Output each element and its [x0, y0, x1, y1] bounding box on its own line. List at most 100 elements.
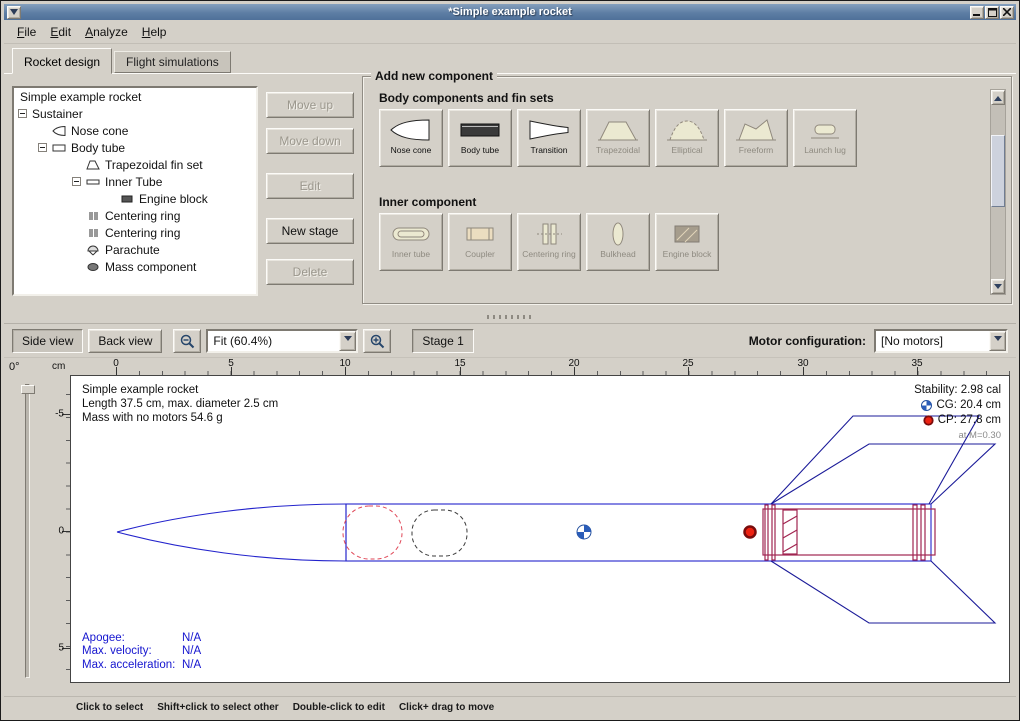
magnifier-plus-icon: [369, 333, 385, 349]
nose-cone-icon: [52, 125, 66, 137]
body-tube-icon: [52, 142, 66, 154]
tree-item-mass-component[interactable]: Mass component: [14, 258, 256, 275]
app-window: *Simple example rocket File Edit Analyze…: [0, 0, 1020, 721]
menu-help[interactable]: Help: [135, 22, 174, 42]
add-component-group: Add new component Body components and fi…: [362, 76, 1012, 304]
tree-item-centering-ring-1[interactable]: Centering ring: [14, 207, 256, 224]
rocket-view-area: 0° cm 0 5 10 15 20 25 30 35 -5 0 5: [4, 358, 1016, 696]
trapezoidal-fin-icon: [596, 114, 640, 146]
scrollbar-thumb[interactable]: [991, 135, 1005, 207]
zoom-select[interactable]: Fit (60.4%): [206, 329, 358, 353]
launch-lug-icon: [803, 114, 847, 146]
delete-button[interactable]: Delete: [266, 259, 354, 285]
side-view-button[interactable]: Side view: [12, 329, 83, 353]
tree-actions: Move up Move down Edit New stage Delete: [266, 92, 354, 285]
add-bulkhead-button[interactable]: Bulkhead: [586, 213, 650, 271]
tab-rocket-design[interactable]: Rocket design: [12, 48, 112, 74]
stage-1-toggle[interactable]: Stage 1: [412, 329, 473, 353]
rotation-slider[interactable]: [25, 384, 30, 678]
scroll-up-icon[interactable]: [991, 90, 1005, 105]
parachute-icon: [86, 244, 100, 256]
collapse-icon[interactable]: [18, 109, 27, 118]
cp-marker: [745, 527, 756, 538]
collapse-icon[interactable]: [72, 177, 81, 186]
centering-ring-icon: [86, 210, 100, 222]
mass-component-icon: [86, 261, 100, 273]
zoom-out-button[interactable]: [173, 329, 201, 353]
tree-item-sustainer[interactable]: Sustainer: [14, 105, 256, 122]
close-button[interactable]: [1000, 6, 1014, 19]
tree-item-nose-cone[interactable]: Nose cone: [14, 122, 256, 139]
back-view-button[interactable]: Back view: [88, 329, 162, 353]
tree-item-centering-ring-2[interactable]: Centering ring: [14, 224, 256, 241]
body-components-label: Body components and fin sets: [379, 91, 554, 105]
inner-tube-icon: [86, 176, 100, 188]
add-elliptical-fin-button[interactable]: Elliptical: [655, 109, 719, 167]
splitter-grip-icon: [487, 315, 533, 319]
tree-item-rocket[interactable]: Simple example rocket: [14, 88, 256, 105]
add-inner-tube-button[interactable]: Inner tube: [379, 213, 443, 271]
zoom-in-button[interactable]: [363, 329, 391, 353]
motor-configuration-select[interactable]: [No motors]: [874, 329, 1008, 353]
tree-item-parachute[interactable]: Parachute: [14, 241, 256, 258]
collapse-icon[interactable]: [38, 143, 47, 152]
magnifier-minus-icon: [179, 333, 195, 349]
chevron-down-icon[interactable]: [989, 331, 1006, 351]
tree-item-fin-set[interactable]: Trapezoidal fin set: [14, 156, 256, 173]
motor-configuration-label: Motor configuration:: [749, 334, 869, 348]
transition-icon: [527, 114, 571, 146]
rocket-canvas[interactable]: Simple example rocket Length 37.5 cm, ma…: [70, 375, 1010, 683]
minimize-button[interactable]: [970, 6, 984, 19]
add-transition-button[interactable]: Transition: [517, 109, 581, 167]
horizontal-ruler: 0 5 10 15 20 25 30 35: [70, 358, 1010, 375]
add-freeform-fin-button[interactable]: Freeform: [724, 109, 788, 167]
tree-item-body-tube[interactable]: Body tube: [14, 139, 256, 156]
centering-ring-icon: [527, 218, 571, 250]
add-trapezoidal-fin-button[interactable]: Trapezoidal: [586, 109, 650, 167]
menu-file[interactable]: File: [10, 22, 43, 42]
group-title: Add new component: [371, 69, 497, 83]
bulkhead-icon: [596, 218, 640, 250]
edit-button[interactable]: Edit: [266, 173, 354, 199]
component-tree[interactable]: Simple example rocket Sustainer Nose con…: [12, 86, 258, 296]
rotation-angle-label: 0°: [9, 361, 20, 373]
tree-item-inner-tube[interactable]: Inner Tube: [14, 173, 256, 190]
add-coupler-button[interactable]: Coupler: [448, 213, 512, 271]
add-nose-cone-button[interactable]: Nose cone: [379, 109, 443, 167]
freeform-fin-icon: [734, 114, 778, 146]
chevron-down-icon[interactable]: [339, 331, 356, 351]
move-down-button[interactable]: Move down: [266, 128, 354, 154]
inner-tube-icon: [389, 218, 433, 250]
titlebar[interactable]: *Simple example rocket: [4, 4, 1016, 20]
coupler-icon: [458, 218, 502, 250]
splitter[interactable]: [4, 311, 1016, 324]
status-bar: Click to select Shift+click to select ot…: [4, 696, 1016, 717]
add-centering-ring-button[interactable]: Centering ring: [517, 213, 581, 271]
menu-analyze[interactable]: Analyze: [78, 22, 135, 42]
engine-block-icon: [120, 193, 134, 205]
maximize-button[interactable]: [985, 6, 999, 19]
tab-flight-simulations[interactable]: Flight simulations: [114, 51, 231, 73]
scroll-down-icon[interactable]: [991, 279, 1005, 294]
mass-component-outline: [412, 510, 467, 556]
flight-info: Apogee:N/A Max. velocity:N/A Max. accele…: [82, 632, 201, 673]
add-launch-lug-button[interactable]: Launch lug: [793, 109, 857, 167]
add-body-tube-button[interactable]: Body tube: [448, 109, 512, 167]
body-tube-icon: [458, 114, 502, 146]
cg-marker: [577, 525, 591, 539]
nose-cone-icon: [389, 114, 433, 146]
rotation-slider-handle[interactable]: [21, 385, 35, 394]
window-menu-icon[interactable]: [7, 6, 21, 19]
rocket-design-panel: Simple example rocket Sustainer Nose con…: [4, 73, 1016, 311]
menu-edit[interactable]: Edit: [43, 22, 78, 42]
mach-label: at M=0.30: [914, 428, 1001, 443]
add-engine-block-button[interactable]: Engine block: [655, 213, 719, 271]
motor-mount-outline: [763, 505, 935, 560]
tree-item-engine-block[interactable]: Engine block: [14, 190, 256, 207]
view-toolbar: Side view Back view Fit (60.4%) Stage 1 …: [4, 324, 1016, 358]
inner-component-label: Inner component: [379, 195, 476, 209]
move-up-button[interactable]: Move up: [266, 92, 354, 118]
new-stage-button[interactable]: New stage: [266, 218, 354, 244]
cg-value: CG: 20.4 cm: [936, 398, 1001, 413]
component-scrollbar[interactable]: [990, 89, 1006, 295]
